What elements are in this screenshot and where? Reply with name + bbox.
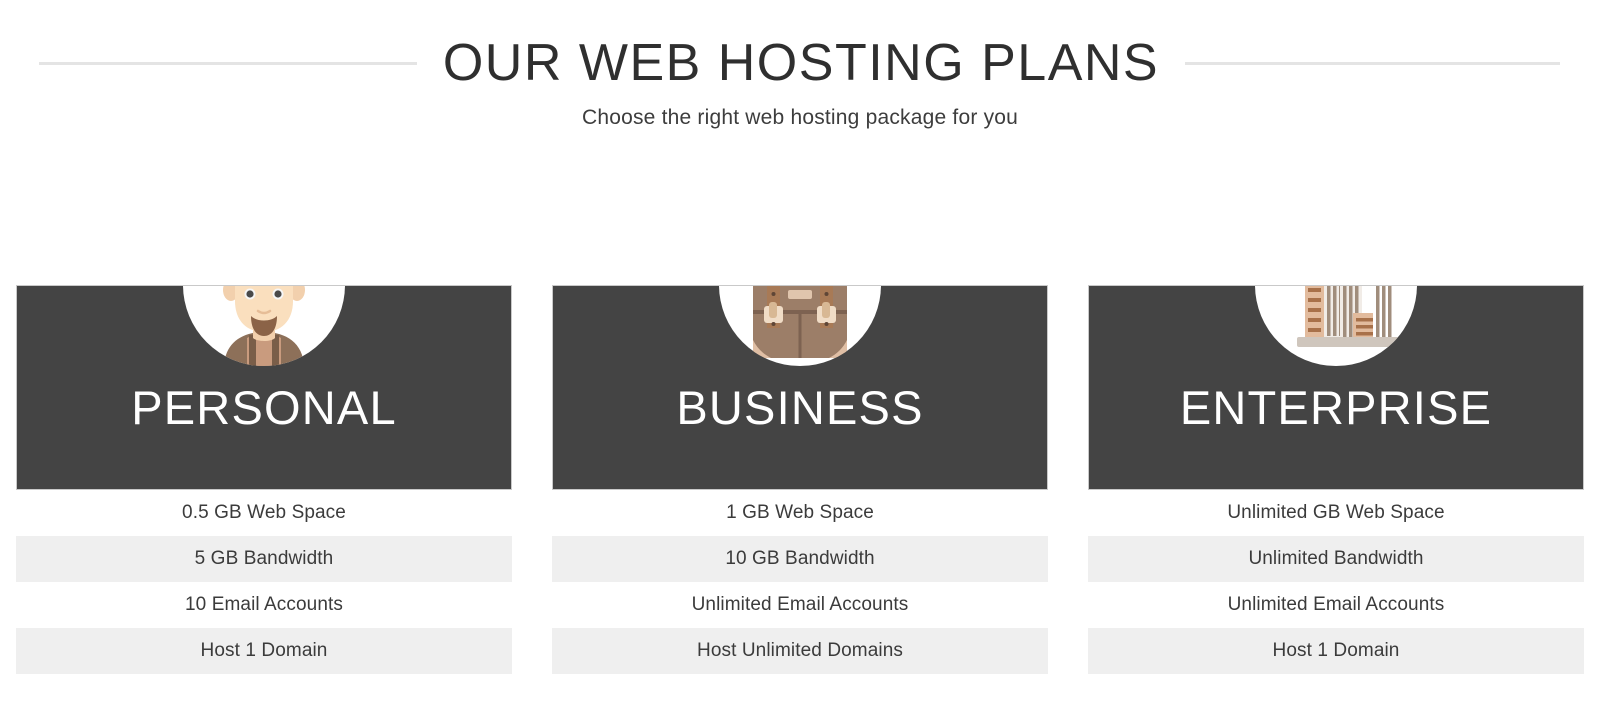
feature-row: Unlimited Email Accounts bbox=[552, 582, 1048, 628]
pricing-page: OUR WEB HOSTING PLANS Choose the right w… bbox=[0, 0, 1600, 720]
plan-card-enterprise[interactable]: ENTERPRISE Unlimited GB Web Space Unlimi… bbox=[1088, 285, 1584, 674]
plan-name: PERSONAL bbox=[131, 381, 397, 434]
feature-row: 1 GB Web Space bbox=[552, 490, 1048, 536]
feature-list: 0.5 GB Web Space 5 GB Bandwidth 10 Email… bbox=[16, 490, 512, 674]
feature-list: Unlimited GB Web Space Unlimited Bandwid… bbox=[1088, 490, 1584, 674]
page-title: OUR WEB HOSTING PLANS bbox=[442, 34, 1160, 92]
plan-card-personal[interactable]: PERSONAL 0.5 GB Web Space 5 GB Bandwidth… bbox=[16, 285, 512, 674]
plan-card-list: PERSONAL 0.5 GB Web Space 5 GB Bandwidth… bbox=[16, 285, 1584, 674]
plan-card-header: PERSONAL bbox=[16, 285, 512, 490]
plan-name: BUSINESS bbox=[676, 381, 924, 434]
feature-row: Unlimited Email Accounts bbox=[1088, 582, 1584, 628]
feature-row: Unlimited GB Web Space bbox=[1088, 490, 1584, 536]
feature-row: Host Unlimited Domains bbox=[552, 628, 1048, 674]
feature-row: Unlimited Bandwidth bbox=[1088, 536, 1584, 582]
plan-card-business[interactable]: BUSINESS 1 GB Web Space 10 GB Bandwidth … bbox=[552, 285, 1048, 674]
plan-card-header: BUSINESS bbox=[552, 285, 1048, 490]
feature-row: Host 1 Domain bbox=[1088, 628, 1584, 674]
feature-list: 1 GB Web Space 10 GB Bandwidth Unlimited… bbox=[552, 490, 1048, 674]
page-subtitle: Choose the right web hosting package for… bbox=[581, 106, 1019, 129]
feature-row: Host 1 Domain bbox=[16, 628, 512, 674]
feature-row: 5 GB Bandwidth bbox=[16, 536, 512, 582]
person-avatar-icon bbox=[183, 286, 345, 366]
feature-row: 10 GB Bandwidth bbox=[552, 536, 1048, 582]
title-divider-left bbox=[38, 61, 417, 65]
plan-card-header: ENTERPRISE bbox=[1088, 285, 1584, 490]
plan-name: ENTERPRISE bbox=[1179, 381, 1493, 434]
page-header: OUR WEB HOSTING PLANS Choose the right w… bbox=[0, 0, 1600, 150]
title-divider-right bbox=[1185, 61, 1561, 65]
city-skyline-icon bbox=[1255, 286, 1417, 366]
title-row: OUR WEB HOSTING PLANS bbox=[0, 30, 1600, 96]
feature-row: 10 Email Accounts bbox=[16, 582, 512, 628]
briefcase-icon bbox=[719, 286, 881, 366]
feature-row: 0.5 GB Web Space bbox=[16, 490, 512, 536]
